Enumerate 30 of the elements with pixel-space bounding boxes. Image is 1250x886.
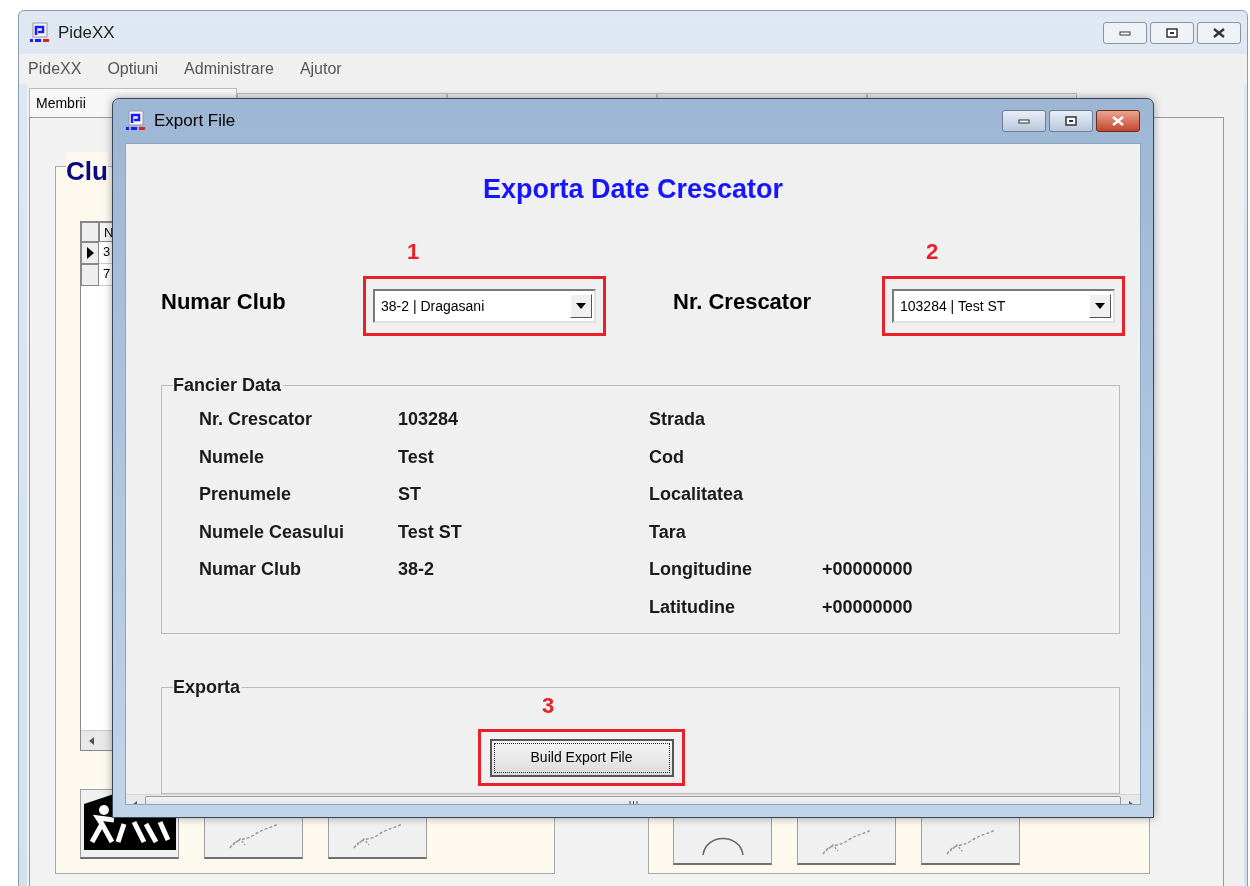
annotation-number: 1 [407, 239, 420, 264]
field-label: Numar Club [199, 558, 302, 582]
field-label: Nr. Crescator [199, 408, 314, 432]
field-label: Latitudine [649, 595, 736, 619]
field-label: Longitudine [649, 558, 753, 582]
group-title: Exporta [173, 676, 242, 699]
field-value: Test ST [398, 520, 462, 544]
field-label: Numele [199, 445, 266, 469]
field-label: Cod [649, 445, 685, 469]
dialog-title: Export File [154, 110, 236, 133]
dialog-heading: Exporta Date Crescator [482, 173, 784, 206]
field-label: Tara [649, 520, 687, 544]
group-title: Fancier Data [173, 374, 283, 397]
field-value: ST [398, 483, 421, 507]
dropdown-value: 38-2 | Dragasani [381, 296, 485, 316]
field-value: 103284 [398, 408, 459, 432]
field-label: Prenumele [199, 483, 293, 507]
field-value: +00000000 [822, 558, 913, 582]
field-label: Numele Ceasului [199, 520, 346, 544]
field-value: 38-2 [398, 558, 435, 582]
selector-label: Nr. Crescator [673, 288, 813, 316]
field-label: Strada [649, 408, 707, 432]
dropdown-value: 103284 | Test ST [900, 296, 1006, 316]
field-label: Localitatea [649, 483, 745, 507]
annotation-number: 2 [926, 239, 939, 264]
selector-label: Numar Club [161, 288, 287, 316]
annotation-number: 3 [542, 693, 555, 718]
window-title: PideXX [58, 21, 115, 44]
field-value: Test [398, 445, 434, 469]
field-value: +00000000 [822, 595, 913, 619]
